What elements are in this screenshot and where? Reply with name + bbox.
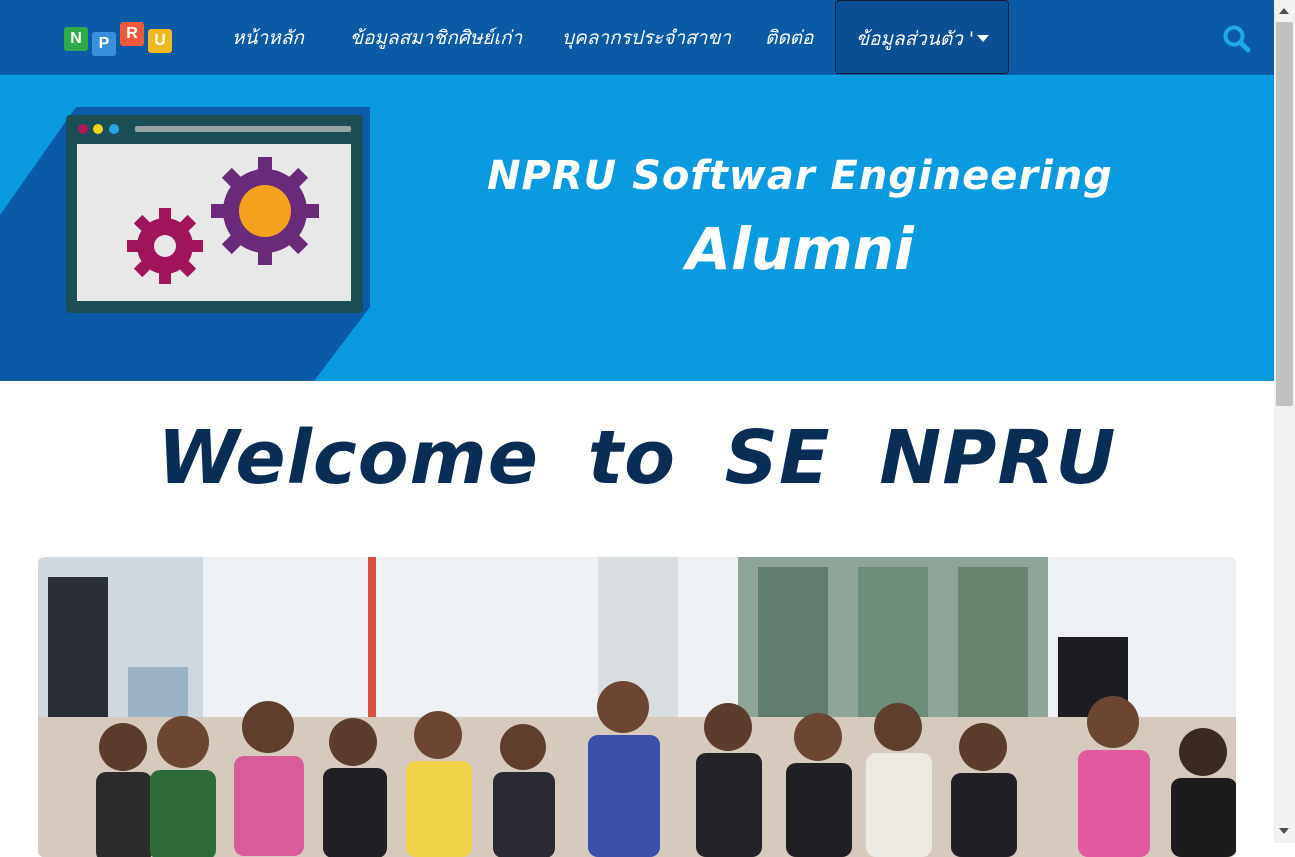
hero-subtitle: Alumni (686, 215, 914, 283)
nav-item-alumni-members[interactable]: ข้อมูลสมาชิกศิษย์เก่า (350, 18, 522, 58)
logo-letter-p: P (92, 32, 116, 56)
nav-item-profile-label: ข้อมูลส่วนตัว ' (856, 28, 975, 50)
caret-down-icon (977, 35, 989, 42)
logo-letter-n: N (64, 27, 88, 51)
top-navbar: N P R U หน้าหลัก ข้อมูลสมาชิกศิษย์เก่า บ… (0, 0, 1274, 75)
npru-logo[interactable]: N P R U (64, 20, 176, 56)
nav-item-home[interactable]: หน้าหลัก (232, 18, 304, 58)
welcome-heading: Welcome to SE NPRU (157, 415, 1117, 501)
scroll-thumb[interactable] (1276, 22, 1293, 406)
scroll-up-arrow-icon[interactable] (1279, 8, 1289, 14)
group-photo-image (38, 557, 1236, 857)
vertical-scrollbar[interactable] (1274, 0, 1295, 843)
nav-item-contact[interactable]: ติดต่อ (765, 18, 813, 58)
nav-item-staff[interactable]: บุคลากรประจำสาขา (562, 18, 731, 58)
group-photo (38, 557, 1236, 857)
hero-title: NPRU Softwar Engineering (487, 153, 1113, 199)
search-icon[interactable] (1222, 24, 1252, 54)
logo-letter-r: R (120, 22, 144, 46)
hero-banner: NPRU Softwar Engineering Alumni (0, 75, 1274, 381)
logo-letter-u: U (148, 29, 172, 53)
nav-item-profile-dropdown[interactable]: ข้อมูลส่วนตัว ' (835, 0, 1009, 74)
scroll-down-arrow-icon[interactable] (1279, 828, 1289, 834)
